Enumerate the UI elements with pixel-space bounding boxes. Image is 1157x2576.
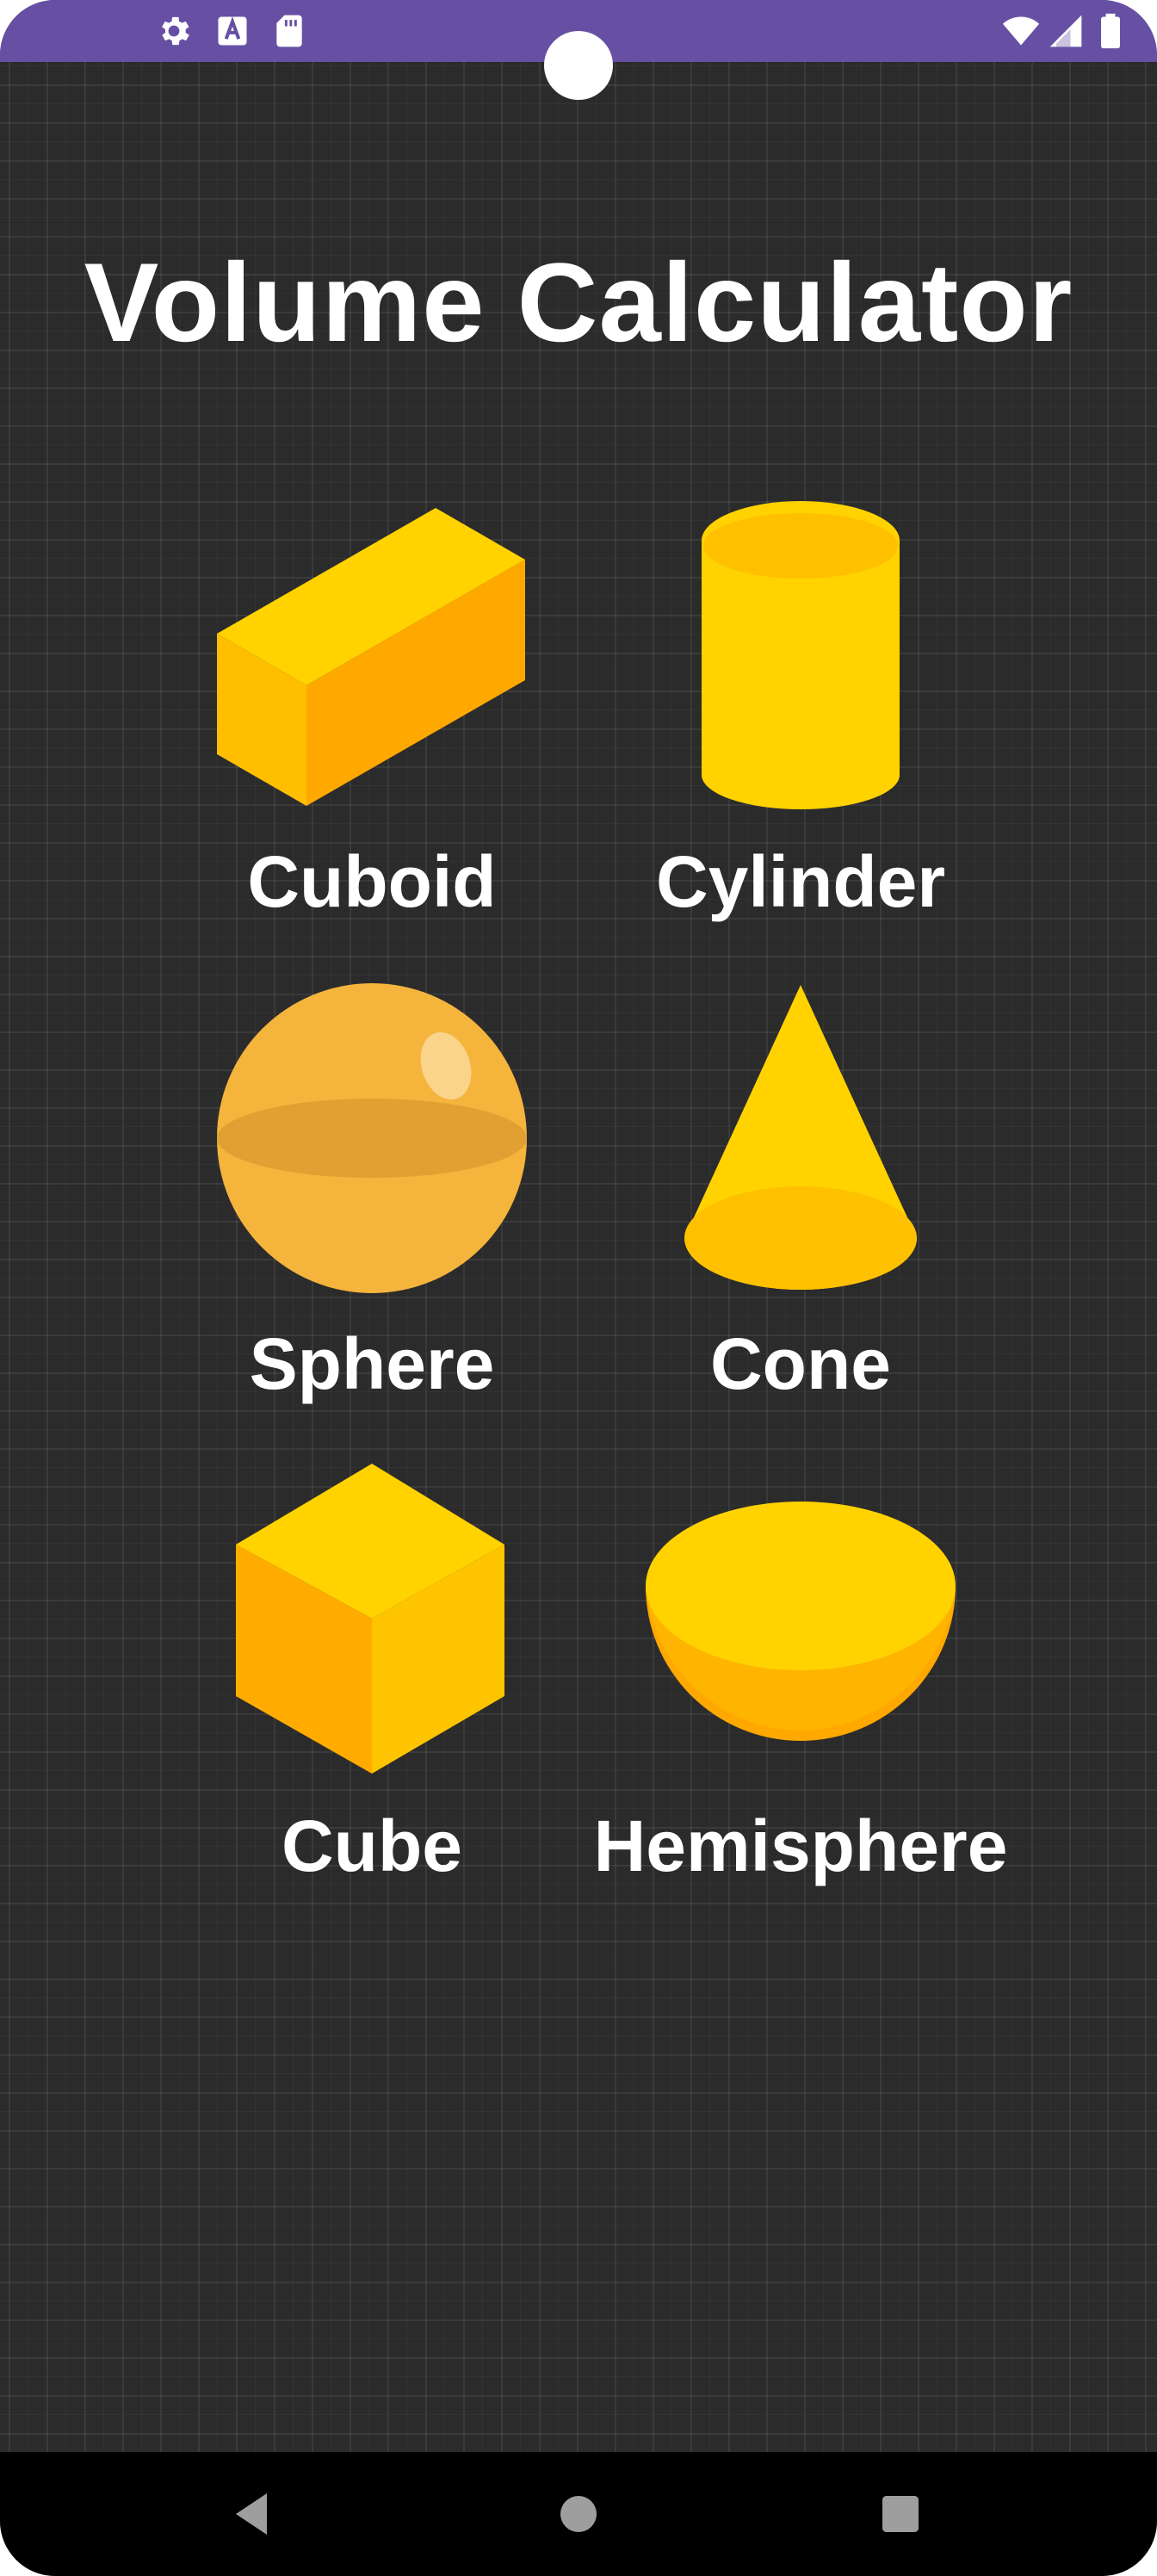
- page-title: Volume Calculator: [84, 239, 1073, 365]
- text-a-icon: [218, 16, 247, 46]
- shape-label-sphere: Sphere: [249, 1323, 495, 1404]
- back-icon[interactable]: [220, 2483, 282, 2545]
- navigation-bar: [0, 2452, 1157, 2576]
- sphere-icon: [217, 983, 527, 1293]
- shape-label-cylinder: Cylinder: [655, 841, 946, 922]
- wifi-icon: [1002, 16, 1040, 46]
- shape-label-cuboid: Cuboid: [247, 841, 497, 922]
- shape-card-cone[interactable]: Cone: [560, 964, 1042, 1412]
- shape-card-sphere[interactable]: Sphere: [131, 964, 613, 1412]
- shape-card-cylinder[interactable]: Cylinder: [560, 482, 1042, 930]
- shape-label-cube: Cube: [282, 1805, 462, 1886]
- cone-icon: [684, 985, 917, 1290]
- shape-card-cube[interactable]: Cube: [131, 1446, 613, 1894]
- cylinder-icon: [702, 501, 900, 809]
- app-screen: Volume Calculator Cuboid Cylinder Sphere: [0, 0, 1157, 2576]
- shape-label-hemisphere: Hemisphere: [593, 1805, 1008, 1886]
- home-icon[interactable]: [548, 2483, 609, 2545]
- shape-card-cuboid[interactable]: Cuboid: [131, 482, 613, 930]
- gear-icon: [162, 16, 189, 46]
- hemisphere-icon: [646, 1502, 956, 1741]
- cube-icon: [236, 1464, 504, 1774]
- cuboid-icon: [217, 508, 525, 806]
- camera-cutout: [544, 31, 613, 100]
- shape-label-cone: Cone: [710, 1323, 891, 1404]
- recents-icon[interactable]: [869, 2483, 931, 2545]
- battery-icon: [1101, 13, 1120, 49]
- shape-card-hemisphere[interactable]: Hemisphere: [560, 1446, 1042, 1894]
- signal-icon: [1049, 15, 1082, 47]
- sd-card-icon: [276, 15, 302, 47]
